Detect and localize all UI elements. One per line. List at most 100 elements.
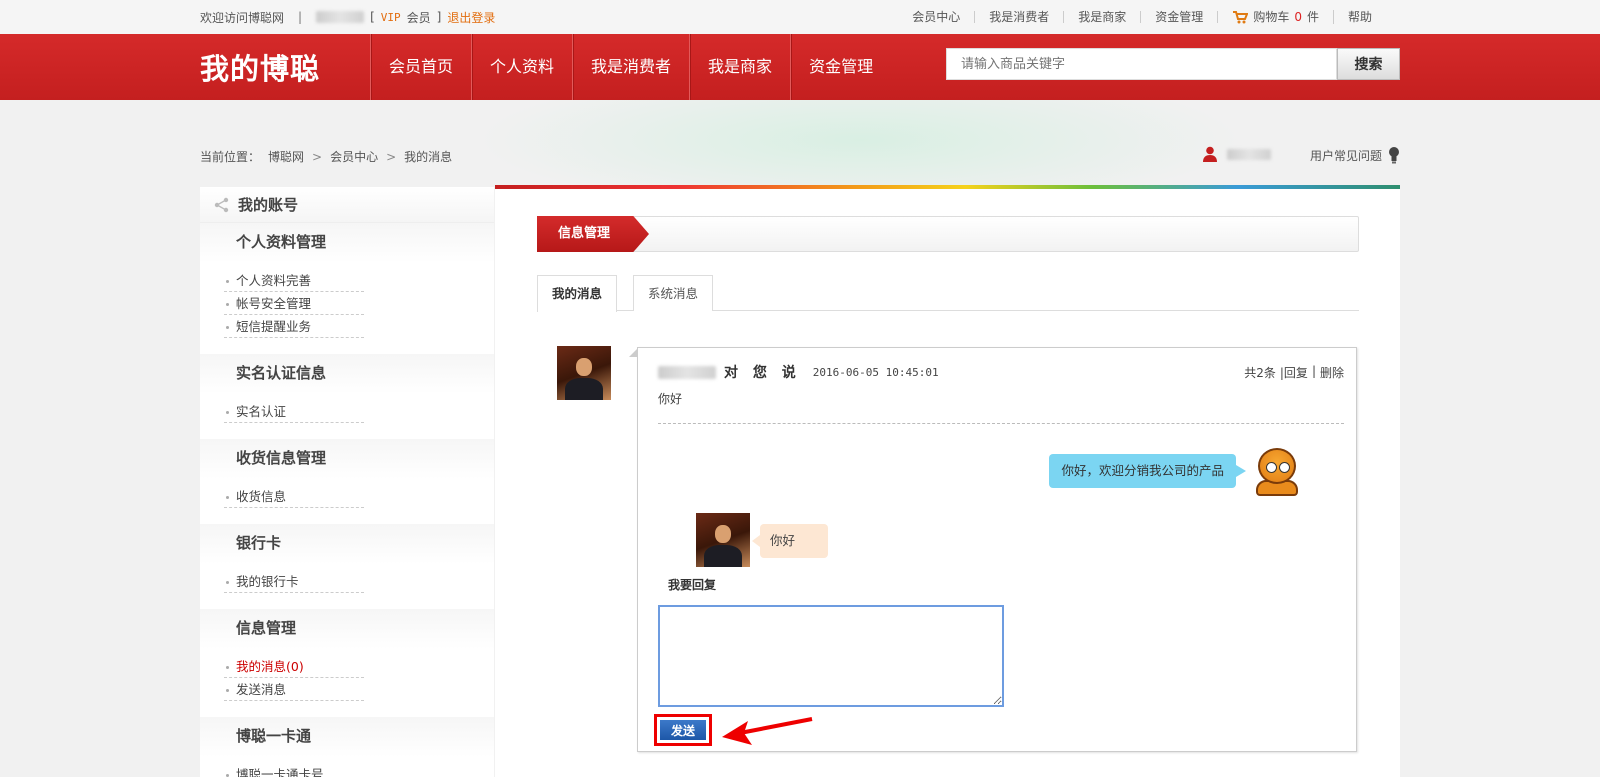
message-header: 对 您 说 2016-06-05 10:45:01 共2条 |回复 | 删除 [658, 362, 1344, 382]
sidebar-item-shipping[interactable]: 收货信息 [224, 485, 364, 508]
breadcrumb: 当前位置： 博聪网 > 会员中心 > 我的消息 [200, 148, 452, 165]
message-ops: 共2条 |回复 | 删除 [1244, 364, 1344, 381]
sidebar-group-title: 收货信息管理 [200, 439, 494, 479]
section-title: 信息管理 [537, 216, 649, 252]
message-tabs: 我的消息 系统消息 [537, 275, 1359, 312]
nav-menu: 会员首页 个人资料 我是消费者 我是商家 资金管理 [370, 34, 891, 100]
lightbulb-icon [1389, 147, 1400, 164]
chevron-right-icon: > [386, 149, 397, 164]
sidebar-group-list: 我的银行卡 [200, 564, 494, 609]
faq-link[interactable]: 用户常见问题 [1310, 146, 1400, 164]
site-logo[interactable]: 我的博聪 [200, 46, 320, 88]
divider: | [298, 10, 303, 24]
rainbow-divider [495, 185, 1400, 189]
nav-item-merchant[interactable]: 我是商家 [689, 34, 790, 100]
reply-link[interactable]: |回复 [1280, 364, 1308, 381]
sidebar-item-card-number[interactable]: 博聪一卡通卡号 [224, 763, 364, 777]
welcome-text: 欢迎访问博聪网 [200, 10, 285, 25]
send-button[interactable]: 发送 [660, 720, 706, 740]
top-links: 会员中心 我是消费者 我是商家 资金管理 购物车 0 件 帮助 [898, 10, 1372, 24]
message-count: 共2条 [1244, 365, 1276, 380]
link-consumer[interactable]: 我是消费者 [975, 11, 1065, 23]
share-icon [214, 197, 229, 212]
reply-label: 我要回复 [668, 578, 717, 592]
link-help[interactable]: 帮助 [1334, 11, 1372, 23]
chevron-right-icon: > [312, 149, 323, 164]
cart-count: 0 [1294, 10, 1302, 24]
nav-item-profile[interactable]: 个人资料 [471, 34, 572, 100]
main-panel: 信息管理 我的消息 系统消息 对 您 说 2016-06-05 10:45:01… [495, 185, 1400, 777]
cart-icon [1233, 11, 1249, 24]
sidebar: 我的账号 个人资料管理 个人资料完善 帐号安全管理 短信提醒业务 实名认证信息 … [200, 187, 494, 777]
sidebar-group-title: 个人资料管理 [200, 223, 494, 263]
reply-textarea[interactable] [658, 605, 1004, 707]
sidebar-item-realname[interactable]: 实名认证 [224, 400, 364, 423]
delete-link[interactable]: 删除 [1320, 364, 1344, 381]
sidebar-item-my-messages[interactable]: 我的消息(0) [224, 655, 364, 678]
sidebar-item-sms-reminder[interactable]: 短信提醒业务 [224, 315, 364, 338]
bracket-close: ] [436, 10, 442, 24]
sidebar-item-profile-complete[interactable]: 个人资料完善 [224, 269, 364, 292]
sender-name-blurred [658, 365, 716, 379]
vip-badge: VIP [380, 10, 401, 24]
link-merchant[interactable]: 我是商家 [1064, 11, 1142, 23]
welcome-area: 欢迎访问博聪网 | [ VIP 会员 ] 退出登录 [200, 9, 495, 26]
sidebar-item-bank-card[interactable]: 我的银行卡 [224, 570, 364, 593]
tab-system-messages[interactable]: 系统消息 [633, 275, 714, 311]
sidebar-group-list: 博聪一卡通卡号 [200, 757, 494, 777]
banner-background [0, 100, 1600, 190]
search-bar: 搜索 [946, 48, 1400, 82]
tab-my-messages[interactable]: 我的消息 [537, 275, 618, 312]
garfield-avatar [1252, 446, 1302, 496]
sender-avatar [557, 346, 611, 400]
username-blurred [316, 11, 365, 23]
sidebar-group-title: 银行卡 [200, 524, 494, 564]
sidebar-group-title: 实名认证信息 [200, 354, 494, 394]
sidebar-group-list: 个人资料完善 帐号安全管理 短信提醒业务 [200, 263, 494, 354]
faq-label: 用户常见问题 [1310, 148, 1383, 163]
cart-unit: 件 [1306, 10, 1319, 24]
sidebar-title: 我的账号 [238, 196, 299, 214]
user-avatar [696, 513, 750, 567]
message-text: 你好 [658, 392, 683, 406]
main-nav: 我的博聪 会员首页 个人资料 我是消费者 我是商家 资金管理 搜索 [0, 34, 1600, 100]
ops-divider: | [1311, 363, 1316, 378]
card-notch [629, 348, 638, 357]
user-bubble: 你好 [752, 524, 828, 558]
nav-item-consumer[interactable]: 我是消费者 [572, 34, 689, 100]
breadcrumb-item-member-center[interactable]: 会员中心 [330, 148, 378, 165]
search-input[interactable] [946, 48, 1337, 80]
sidebar-group-list: 我的消息(0) 发送消息 [200, 649, 494, 717]
username-blurred [1227, 148, 1271, 160]
cart-link[interactable]: 购物车 0 件 [1218, 10, 1334, 24]
send-highlight: 发送 [654, 714, 712, 746]
arrow-annotation-icon [722, 717, 813, 745]
cart-label: 购物车 [1253, 10, 1290, 24]
sidebar-group-title: 信息管理 [200, 609, 494, 649]
section-header: 信息管理 [537, 216, 1359, 252]
logout-link[interactable]: 退出登录 [447, 9, 495, 26]
search-button[interactable]: 搜索 [1337, 48, 1400, 80]
message-time: 2016-06-05 10:45:01 [812, 365, 939, 379]
current-user [1203, 146, 1271, 162]
sidebar-group-list: 实名认证 [200, 394, 494, 439]
sidebar-item-account-security[interactable]: 帐号安全管理 [224, 292, 364, 315]
says-label: 对 您 说 [724, 365, 801, 381]
reply-bubble: 你好，欢迎分销我公司的产品 [1049, 454, 1246, 488]
sidebar-group-list: 收货信息 [200, 479, 494, 524]
link-funds[interactable]: 资金管理 [1141, 11, 1219, 23]
sidebar-group-title: 博聪一卡通 [200, 717, 494, 757]
bracket-open: [ [370, 10, 375, 24]
user-icon [1203, 146, 1217, 162]
sidebar-item-send-message[interactable]: 发送消息 [224, 678, 364, 701]
breadcrumb-item-site[interactable]: 博聪网 [268, 148, 304, 165]
top-bar: 欢迎访问博聪网 | [ VIP 会员 ] 退出登录 会员中心 我是消费者 我是商… [0, 0, 1600, 34]
link-member-center[interactable]: 会员中心 [898, 11, 976, 23]
nav-item-funds[interactable]: 资金管理 [790, 34, 891, 100]
member-level: 会员 [406, 10, 431, 25]
nav-item-home[interactable]: 会员首页 [370, 34, 471, 100]
breadcrumb-item-current: 我的消息 [404, 150, 453, 164]
breadcrumb-prefix: 当前位置： [200, 150, 261, 164]
dashed-divider [658, 423, 1344, 424]
sidebar-header: 我的账号 [200, 187, 494, 223]
